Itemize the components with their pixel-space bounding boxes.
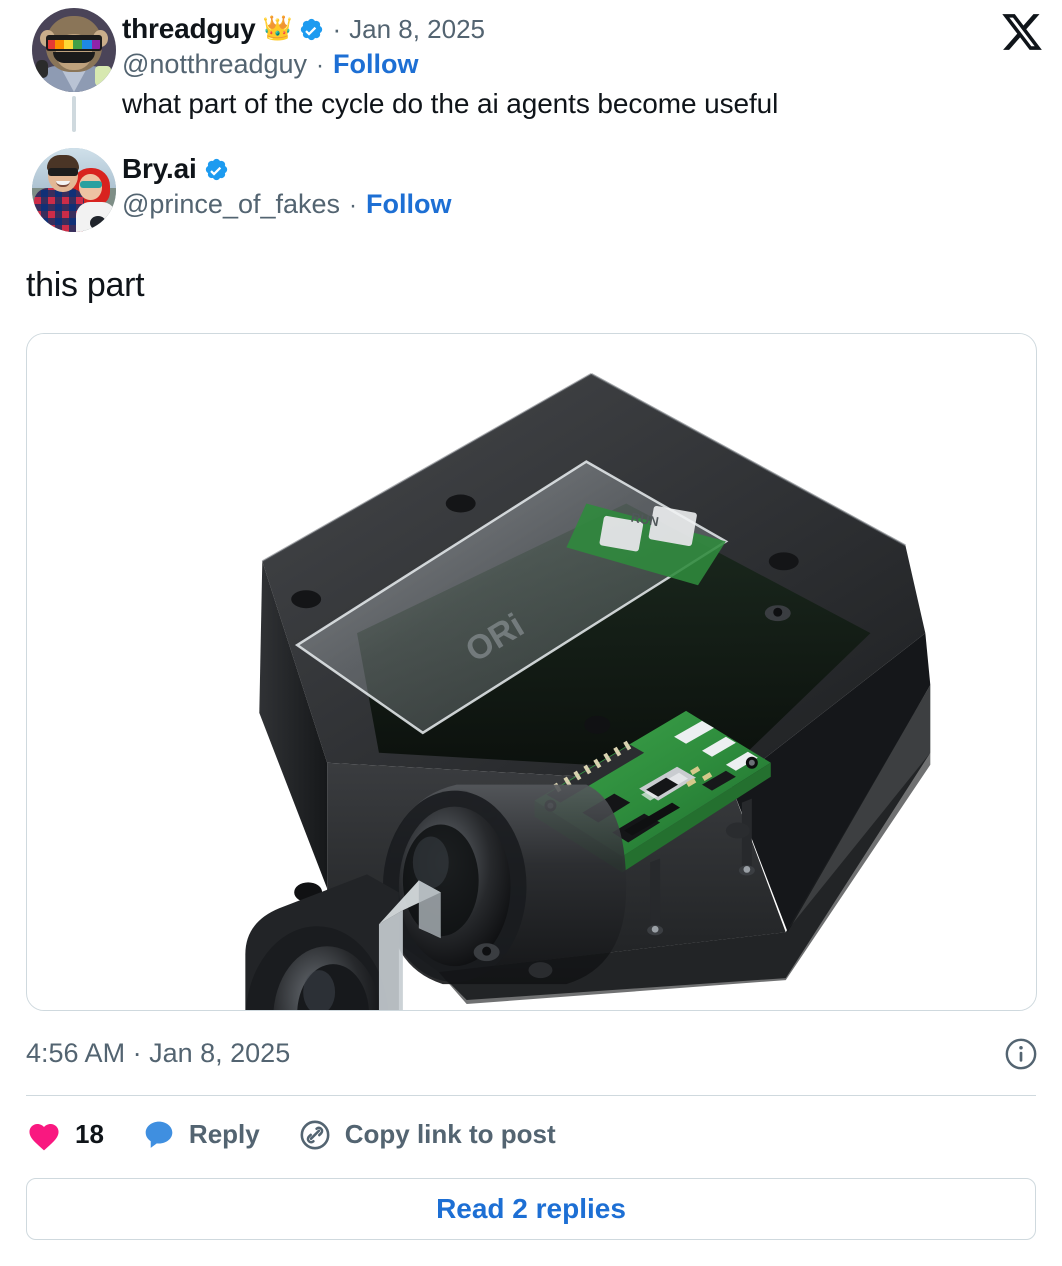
- parent-display-name: threadguy: [122, 13, 256, 44]
- parent-handle-row: @notthreadguy · Follow: [122, 49, 1062, 80]
- main-display-name: Bry.ai: [122, 153, 197, 184]
- main-handle-row: @prince_of_fakes · Follow: [122, 189, 452, 220]
- timestamp-row: 4:56 AM · Jan 8, 2025: [0, 1011, 1062, 1095]
- like-action[interactable]: 18: [26, 1119, 104, 1151]
- action-bar: 18 Reply Copy link to post: [0, 1096, 1062, 1170]
- camera-enclosure-cutaway-render: ORi RUN: [27, 333, 1036, 1010]
- info-circle-icon[interactable]: [1004, 1037, 1038, 1071]
- tweet-media-card[interactable]: ORi RUN: [26, 332, 1037, 1011]
- parent-tweet-body: threadguy 👑 · Jan 8, 2025 @notthreadguy …: [122, 8, 1062, 132]
- main-tweet-text: this part: [26, 266, 145, 304]
- like-count: 18: [75, 1119, 104, 1149]
- parent-handle: @notthreadguy: [122, 48, 308, 79]
- main-tweet-author: Bry.ai @prince_of_fakes · Follow: [0, 132, 1062, 232]
- copy-link-label: Copy link to post: [344, 1119, 556, 1149]
- read-replies-button[interactable]: Read 2 replies: [26, 1177, 1036, 1240]
- parent-follow-link[interactable]: Follow: [333, 49, 418, 80]
- reply-bubble-icon: [145, 1121, 173, 1148]
- main-handle: @prince_of_fakes: [122, 188, 341, 219]
- main-avatar-column: [26, 148, 122, 232]
- main-name-row: Bry.ai: [122, 153, 452, 185]
- couple-photo-avatar-art: [32, 148, 116, 232]
- parent-name-row: threadguy 👑 · Jan 8, 2025: [122, 13, 1062, 45]
- metal-bracket: [378, 909, 403, 1010]
- avatar[interactable]: [32, 148, 116, 232]
- reply-action[interactable]: Reply: [142, 1118, 260, 1152]
- post-date: Jan 8, 2025: [149, 1038, 291, 1068]
- thread-connector-line: [72, 96, 76, 132]
- copy-link-action[interactable]: Copy link to post: [298, 1118, 556, 1152]
- heart-icon: [29, 1123, 59, 1150]
- crown-icon: 👑: [262, 15, 293, 43]
- timestamp-separator: ·: [132, 1038, 142, 1068]
- avatar[interactable]: [32, 8, 116, 92]
- main-author-body: Bry.ai @prince_of_fakes · Follow: [122, 148, 452, 232]
- ape-avatar-art: [32, 8, 116, 92]
- reply-label: Reply: [188, 1119, 260, 1149]
- read-replies-label: Read 2 replies: [436, 1192, 626, 1224]
- main-handle-separator: ·: [349, 191, 358, 219]
- verified-badge-icon: [205, 158, 227, 181]
- parent-meta-separator: ·: [332, 14, 342, 45]
- render-artwork: ORi RUN: [27, 333, 1036, 1010]
- main-follow-link[interactable]: Follow: [366, 189, 451, 220]
- link-chain-icon: [300, 1120, 330, 1149]
- post-time: 4:56 AM: [26, 1038, 126, 1068]
- parent-handle-separator: ·: [316, 51, 325, 79]
- post-timestamp: 4:56 AM · Jan 8, 2025: [26, 1038, 290, 1069]
- parent-tweet: threadguy 👑 · Jan 8, 2025 @notthreadguy …: [0, 0, 1062, 132]
- verified-badge-icon: [301, 18, 323, 41]
- parent-tweet-text: what part of the cycle do the ai agents …: [122, 87, 779, 119]
- parent-avatar-column: [26, 8, 122, 132]
- parent-date: Jan 8, 2025: [349, 14, 486, 45]
